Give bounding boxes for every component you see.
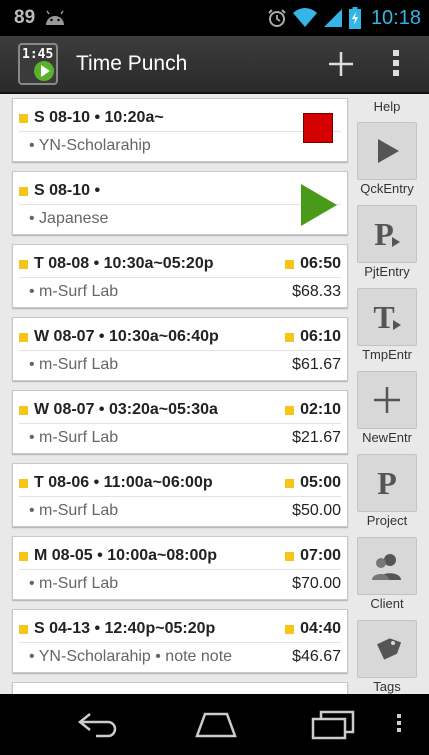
app-icon-time: 1:45 — [22, 47, 54, 62]
duration-marker — [285, 478, 295, 488]
newentr-button[interactable]: NewEntr — [355, 371, 419, 445]
entry-datetime: M 08-05 • 10:00a~08:00p — [34, 547, 218, 564]
entry-duration: 04:40 — [300, 620, 341, 637]
entry-amount: $68.33 — [292, 283, 341, 300]
duration-marker — [285, 259, 295, 269]
duration-marker — [285, 332, 295, 342]
help-label: Help — [373, 99, 401, 114]
entry-amount: $50.00 — [292, 502, 341, 519]
app-icon[interactable]: 1:45 — [18, 43, 58, 85]
entry-duration: 02:10 — [300, 401, 341, 418]
entry-amount: $70.00 — [292, 575, 341, 592]
client-label: Client — [370, 596, 404, 611]
entry-project: • Japanese — [29, 210, 109, 227]
tags-label: Tags — [373, 679, 401, 694]
pjtentry-button[interactable]: P PjtEntry — [355, 205, 419, 279]
list-item[interactable]: W 08-07 • 10:30a~06:40p 06:10 • m-Surf L… — [12, 317, 348, 381]
entry-duration: 06:50 — [300, 255, 341, 272]
list-item[interactable]: T 08-06 • 11:00a~06:00p 05:00 • m-Surf L… — [12, 463, 348, 527]
entry-amount: $21.67 — [292, 429, 341, 446]
duration-marker — [285, 551, 295, 561]
entry-datetime: S 04-13 • 12:40p~05:20p — [34, 620, 216, 637]
status-marker — [19, 332, 28, 342]
list-item[interactable]: S 08-10 • 10:20a~ • YN-Scholarahip — [12, 98, 348, 162]
navigation-bar — [0, 694, 429, 755]
entry-project: • m-Surf Lab — [29, 429, 119, 446]
project-icon: P — [377, 464, 397, 501]
list-item[interactable]: S 04-13 • 12:40p~05:20p 04:40 • YN-Schol… — [12, 609, 348, 673]
play-button[interactable] — [301, 184, 337, 226]
app-title: Time Punch — [76, 52, 188, 75]
tmpentr-label: TmpEntr — [362, 347, 412, 362]
status-marker — [19, 259, 28, 269]
wifi-icon — [292, 8, 317, 27]
newentr-label: NewEntr — [362, 430, 412, 445]
status-marker — [19, 551, 28, 561]
status-marker — [19, 113, 28, 123]
status-marker — [19, 624, 28, 634]
android-notification-icon — [46, 10, 64, 25]
entry-project: • m-Surf Lab — [29, 502, 119, 519]
entry-datetime: W 08-07 • 10:30a~06:40p — [34, 328, 219, 345]
help-link[interactable]: Help — [355, 98, 419, 114]
client-button[interactable]: Client — [355, 537, 419, 611]
duration-marker — [285, 624, 295, 634]
entry-duration: 06:10 — [300, 328, 341, 345]
action-bar: 1:45 Time Punch — [0, 36, 429, 94]
battery-charging-icon — [348, 7, 361, 29]
entry-project: • m-Surf Lab — [29, 575, 119, 592]
project-entry-icon: P — [374, 216, 400, 253]
entry-datetime: S 08-10 • — [34, 182, 101, 199]
entry-project: • m-Surf Lab — [29, 283, 119, 300]
tmpentr-button[interactable]: T TmpEntr — [355, 288, 419, 362]
entry-datetime: T 08-08 • 10:30a~05:20p — [34, 255, 214, 272]
main-content: S 08-10 • 10:20a~ • YN-Scholarahip S 08-… — [0, 94, 429, 694]
battery-percent: 89 — [14, 7, 36, 28]
entry-list: S 08-10 • 10:20a~ • YN-Scholarahip S 08-… — [12, 98, 348, 694]
entry-project: • YN-Scholarahip • note note — [29, 648, 233, 665]
home-icon[interactable] — [193, 710, 239, 738]
project-button[interactable]: P Project — [355, 454, 419, 528]
qckentry-label: QckEntry — [360, 181, 414, 196]
signal-icon — [323, 9, 342, 27]
tag-icon — [377, 638, 402, 660]
list-item[interactable]: S 08-10 • • Japanese — [12, 171, 348, 235]
entry-datetime: T 08-06 • 11:00a~06:00p — [34, 474, 213, 491]
entry-project: • m-Surf Lab — [29, 356, 119, 373]
play-icon — [378, 139, 399, 163]
status-marker — [19, 186, 28, 196]
stop-button[interactable] — [303, 113, 333, 143]
project-label: Project — [366, 513, 408, 528]
tags-button[interactable]: Tags — [355, 620, 419, 694]
alarm-icon — [268, 9, 286, 27]
entry-amount: $61.67 — [292, 356, 341, 373]
entry-project: • YN-Scholarahip — [29, 137, 151, 154]
quick-sidebar: Help QckEntry P PjtEntry T TmpEntr NewEn… — [355, 94, 419, 694]
qckentry-button[interactable]: QckEntry — [355, 122, 419, 196]
template-entry-icon: T — [373, 299, 401, 336]
clock: 10:18 — [370, 6, 421, 29]
duration-marker — [285, 405, 295, 415]
client-icon — [372, 554, 401, 580]
pjtentry-label: PjtEntry — [364, 264, 410, 279]
entry-amount: $46.67 — [292, 648, 341, 665]
overflow-menu-icon[interactable] — [385, 48, 407, 80]
entry-duration: 05:00 — [300, 474, 341, 491]
list-item[interactable]: T 08-08 • 10:30a~05:20p 06:50 • m-Surf L… — [12, 244, 348, 308]
app-icon-play-icon — [34, 61, 54, 81]
list-item[interactable]: W 08-07 • 03:20a~05:30a 02:10 • m-Surf L… — [12, 390, 348, 454]
entry-duration: 07:00 — [300, 547, 341, 564]
entry-datetime: S 08-10 • 10:20a~ — [34, 109, 164, 126]
back-icon[interactable] — [76, 712, 120, 738]
status-marker — [19, 405, 28, 415]
status-marker — [19, 478, 28, 488]
overflow-menu-icon[interactable] — [397, 714, 403, 732]
list-item[interactable]: M 08-05 • 10:00a~08:00p 07:00 • m-Surf L… — [12, 536, 348, 600]
add-icon[interactable] — [325, 46, 357, 82]
recent-apps-icon[interactable] — [311, 710, 355, 740]
list-item[interactable] — [12, 682, 348, 694]
entry-datetime: W 08-07 • 03:20a~05:30a — [34, 401, 218, 418]
status-bar: 89 10:18 — [0, 0, 429, 36]
plus-icon — [374, 387, 400, 413]
